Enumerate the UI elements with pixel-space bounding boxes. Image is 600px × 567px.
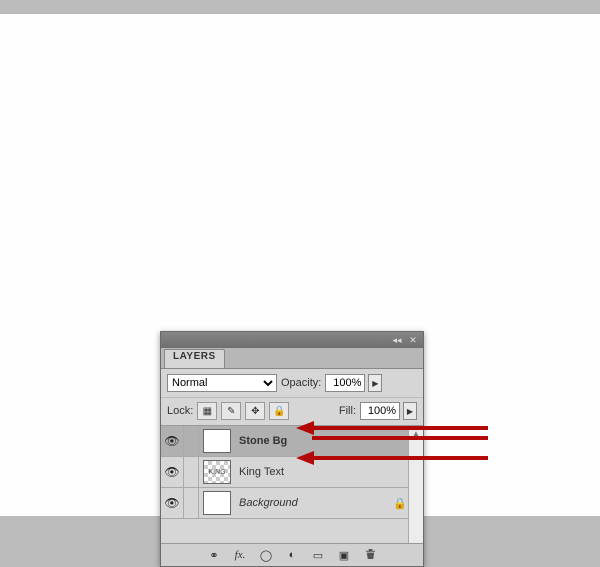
panel-tabs: LAYERS [161, 348, 423, 369]
fill-label: Fill: [339, 405, 356, 417]
layer-row[interactable]: 👁 KING King Text [161, 457, 423, 488]
visibility-toggle[interactable]: 👁 [161, 426, 184, 456]
layer-thumbnail[interactable] [203, 491, 231, 515]
layer-name[interactable]: King Text [235, 466, 391, 478]
annotation-arrow [312, 436, 488, 440]
annotation-arrow-head [296, 451, 314, 465]
layer-name[interactable]: Background [235, 497, 391, 509]
delete-layer-button[interactable] [362, 548, 378, 563]
blend-mode-select[interactable]: Normal [167, 374, 277, 392]
lock-label: Lock: [167, 405, 193, 417]
layer-thumbnail[interactable]: KING [203, 460, 231, 484]
lock-fill-row: Lock: ▦ ✎ ✥ 🔒 Fill: ▶ [161, 398, 423, 426]
visibility-toggle[interactable]: 👁 [161, 457, 184, 487]
close-icon[interactable]: ✕ [407, 335, 419, 345]
annotation-arrow [312, 426, 488, 430]
tab-layers[interactable]: LAYERS [164, 349, 225, 368]
new-layer-button[interactable]: ▣ [336, 549, 352, 562]
eye-icon: 👁 [164, 434, 179, 448]
layer-row[interactable]: 👁 Stone Bg [161, 426, 423, 457]
annotation-arrow-head [296, 421, 314, 435]
eye-icon: 👁 [164, 465, 179, 479]
scrollbar[interactable]: ▲ [408, 426, 423, 543]
blend-opacity-row: Normal Opacity: ▶ [161, 369, 423, 398]
thumb-text: KING [208, 469, 225, 476]
layers-list: 👁 Stone Bg 👁 KING King Text 👁 Background… [161, 426, 423, 543]
link-col[interactable] [184, 488, 199, 518]
layer-row[interactable]: 👁 Background 🔒 [161, 488, 423, 519]
panel-footer: ⚭ fx. ◯ ◐ ▭ ▣ [161, 543, 423, 566]
link-col[interactable] [184, 457, 199, 487]
annotation-arrow [312, 456, 488, 460]
layers-panel: ◂◂ ✕ LAYERS Normal Opacity: ▶ Lock: ▦ ✎ … [160, 331, 424, 567]
lock-all-button[interactable]: 🔒 [269, 402, 289, 420]
layer-mask-button[interactable]: ◯ [258, 549, 274, 562]
eye-icon: 👁 [164, 496, 179, 510]
layers-empty-space [161, 519, 423, 543]
lock-transparent-button[interactable]: ▦ [197, 402, 217, 420]
link-layers-button[interactable]: ⚭ [206, 549, 222, 562]
opacity-field[interactable] [325, 374, 365, 392]
adjustment-layer-button[interactable]: ◐ [284, 549, 300, 561]
link-col[interactable] [184, 426, 199, 456]
group-button[interactable]: ▭ [310, 549, 326, 562]
collapse-icon[interactable]: ◂◂ [391, 335, 403, 345]
opacity-label: Opacity: [281, 377, 321, 389]
lock-icon: 🔒 [391, 497, 409, 510]
fill-field[interactable] [360, 402, 400, 420]
fill-slider-flyout[interactable]: ▶ [403, 402, 417, 420]
opacity-input[interactable] [329, 376, 363, 390]
lock-pixels-button[interactable]: ✎ [221, 402, 241, 420]
layer-fx-button[interactable]: fx. [232, 549, 248, 561]
fill-input[interactable] [364, 404, 398, 418]
lock-position-button[interactable]: ✥ [245, 402, 265, 420]
layer-thumbnail[interactable] [203, 429, 231, 453]
opacity-slider-flyout[interactable]: ▶ [368, 374, 382, 392]
visibility-toggle[interactable]: 👁 [161, 488, 184, 518]
panel-titlebar[interactable]: ◂◂ ✕ [161, 332, 423, 348]
trash-icon [365, 548, 376, 560]
